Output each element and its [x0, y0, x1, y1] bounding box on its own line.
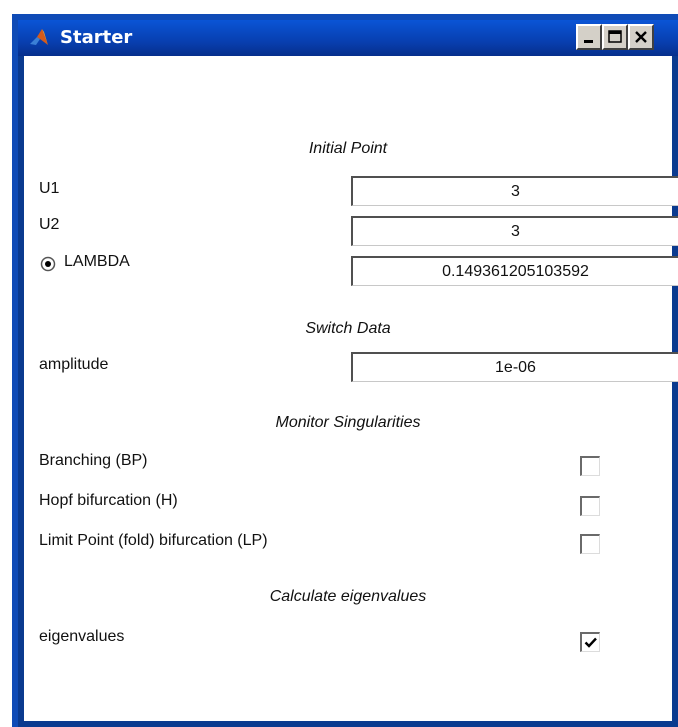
section-switch-data: Switch Data [305, 320, 391, 337]
close-icon [635, 31, 647, 43]
maximize-button[interactable] [602, 24, 628, 50]
u2-field[interactable]: 3 [351, 216, 678, 246]
lp-label: Limit Point (fold) bifurcation (LP) [39, 532, 268, 549]
section-calculate-eigenvalues: Calculate eigenvalues [269, 588, 427, 605]
u2-label: U2 [39, 216, 60, 233]
amplitude-label: amplitude [39, 356, 109, 373]
minimize-button[interactable] [576, 24, 602, 50]
minimize-icon [584, 40, 593, 43]
window-title: Starter [60, 27, 133, 48]
u1-label: U1 [39, 180, 60, 197]
checkmark-icon [584, 637, 597, 648]
title-bar[interactable]: Starter [18, 20, 678, 56]
h-label: Hopf bifurcation (H) [39, 492, 178, 509]
matlab-logo-icon [30, 29, 48, 45]
lambda-radio-button[interactable] [40, 256, 56, 272]
u1-field[interactable]: 3 [351, 176, 678, 206]
amplitude-field[interactable]: 1e-06 [351, 352, 678, 382]
h-checkbox[interactable] [580, 496, 600, 516]
close-button[interactable] [628, 24, 654, 50]
eigenvalues-label: eigenvalues [39, 628, 125, 645]
section-initial-point: Initial Point [308, 140, 388, 157]
eigenvalues-checkbox[interactable] [580, 632, 600, 652]
section-monitor-singularities: Monitor Singularities [275, 414, 421, 431]
bp-label: Branching (BP) [39, 452, 148, 469]
lambda-label: LAMBDA [64, 253, 130, 270]
lp-checkbox[interactable] [580, 534, 600, 554]
screen: Starter Initial Point U1 3 U2 3 LAMBDA 0… [0, 0, 678, 727]
bp-checkbox[interactable] [580, 456, 600, 476]
client-area: Initial Point U1 3 U2 3 LAMBDA 0.1493612… [24, 56, 678, 721]
starter-window: Starter Initial Point U1 3 U2 3 LAMBDA 0… [12, 14, 678, 727]
lambda-field[interactable]: 0.149361205103592 [351, 256, 678, 286]
maximize-icon [608, 30, 622, 43]
